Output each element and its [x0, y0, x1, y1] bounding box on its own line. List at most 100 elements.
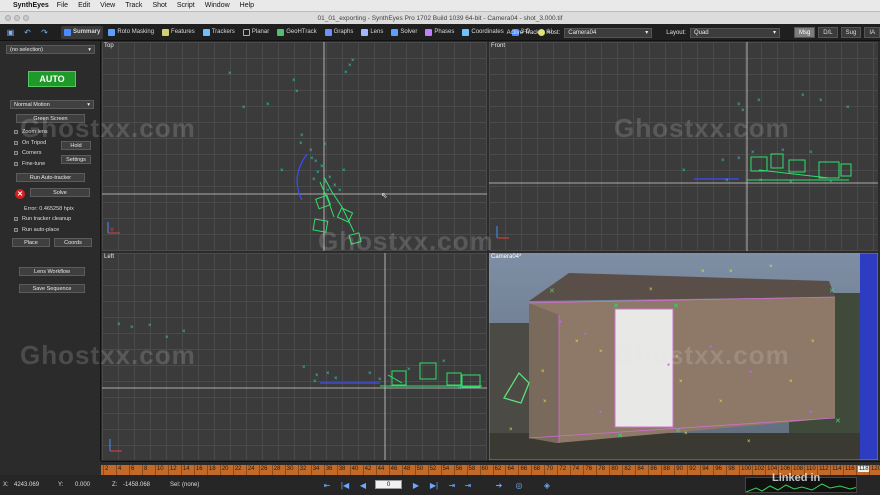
tab-label: Graphs: [333, 29, 354, 35]
first-frame-icon[interactable]: ⇤: [321, 480, 333, 490]
timeline-frame-label: 64: [507, 466, 515, 472]
zoom-window-icon[interactable]: [23, 15, 29, 21]
save-icon[interactable]: ▣: [4, 27, 17, 38]
fine-tune-checkbox[interactable]: Fine-tune: [14, 161, 45, 167]
motion-select[interactable]: Normal Motion ▾: [10, 100, 94, 109]
save-sequence-button[interactable]: Save Sequence: [19, 284, 85, 293]
undo-icon[interactable]: ↶: [21, 27, 34, 38]
green-screen-button[interactable]: Green Screen: [16, 114, 85, 123]
svg-text:×: ×: [442, 359, 446, 365]
tab-features[interactable]: Features: [159, 26, 198, 39]
tab-lens[interactable]: Lens: [358, 26, 386, 39]
timeline-tick: [375, 465, 377, 475]
zoom-lens-label: Zoom lens: [22, 129, 48, 135]
timeline-frame-label: 86: [650, 466, 657, 472]
svg-text:×: ×: [721, 158, 725, 164]
run-auto-place-checkbox[interactable]: Run auto-place: [14, 227, 59, 233]
tab-solver[interactable]: Solver: [388, 26, 420, 39]
tab-roto-masking[interactable]: Roto Masking: [105, 26, 157, 39]
previous-key-icon[interactable]: |◀: [339, 480, 351, 490]
menu-file[interactable]: File: [57, 2, 68, 9]
menu-view[interactable]: View: [100, 2, 115, 9]
timeline-frame-label: 92: [689, 466, 696, 472]
viewport-front[interactable]: Front × × × × × × × × × × × × × × × ×: [489, 42, 878, 251]
timeline-tick: [700, 465, 702, 475]
svg-text:×: ×: [130, 325, 134, 331]
selection-select[interactable]: (no selection) ▾: [6, 45, 95, 54]
ia-button[interactable]: IA: [864, 27, 880, 38]
viewport-camera[interactable]: × × × × × × × × × × × × × × × × ✕ ✕ ✕ ✕ ✕ ✕ ✕ ● ● ● ● ● ● ● Ca…: [489, 253, 878, 460]
checkbox-box: [14, 141, 18, 145]
svg-text:✕: ✕: [835, 418, 841, 425]
menu-script[interactable]: Script: [177, 2, 195, 9]
timeline-bar[interactable]: 2 4 6 8 10 12 14 16 18 20 22 24 26 28 30 32 34 36 38 40 42 44…: [101, 461, 880, 475]
overscan-bar: [860, 253, 878, 460]
run-auto-place-label: Run auto-place: [22, 227, 60, 233]
sug-button[interactable]: Sug: [840, 27, 862, 38]
solve-button[interactable]: Solve: [30, 188, 90, 197]
next-key-icon[interactable]: ▶|: [428, 480, 440, 490]
redo-icon[interactable]: ↷: [38, 27, 51, 38]
object-track-icon[interactable]: ◈: [541, 480, 553, 490]
viewport-left[interactable]: Left × × × × × × × × × × × × × × ×: [102, 253, 487, 460]
svg-text:×: ×: [368, 371, 372, 377]
close-window-icon[interactable]: [5, 15, 11, 21]
auto-button[interactable]: AUTO: [28, 71, 76, 87]
tab-summary[interactable]: Summary: [61, 25, 104, 39]
svg-text:×: ×: [117, 322, 121, 328]
minimize-window-icon[interactable]: [14, 15, 20, 21]
svg-text:●: ●: [599, 409, 602, 415]
tab-graphs[interactable]: Graphs: [322, 26, 357, 39]
scene-mesh: [380, 362, 482, 388]
tab-geohtrack[interactable]: GeoHTrack: [274, 26, 319, 39]
end-icon[interactable]: ⇥: [462, 480, 474, 490]
menu-track[interactable]: Track: [125, 2, 142, 9]
svg-text:×: ×: [759, 178, 763, 184]
camera-track-icon[interactable]: ◎: [513, 480, 525, 490]
clear-solve-icon[interactable]: ✕: [15, 189, 25, 199]
previous-frame-icon[interactable]: ◀: [357, 480, 369, 490]
last-frame-icon[interactable]: ⇥: [446, 480, 458, 490]
menu-shot[interactable]: Shot: [152, 2, 166, 9]
on-tripod-checkbox[interactable]: On Tripod: [14, 140, 46, 146]
tab-planar[interactable]: Planar: [240, 26, 272, 39]
camera-frame-image: × × × × × × × × × × × × × × × × ✕ ✕ ✕ ✕ ✕ ✕ ✕ ● ● ● ● ● ● ●: [489, 253, 878, 460]
run-tracker-cleanup-checkbox[interactable]: Run tracker cleanup: [14, 216, 71, 222]
lens-workflow-button[interactable]: Lens Workflow: [19, 267, 85, 276]
layout-select[interactable]: Quad ▾: [689, 27, 780, 38]
play-icon[interactable]: ▶: [410, 480, 422, 490]
dl-button[interactable]: D/L: [818, 27, 838, 38]
timeline-frame-label: 4: [117, 466, 122, 472]
svg-text:×: ×: [737, 156, 741, 162]
msg-button[interactable]: Msg: [793, 27, 816, 38]
timeline-tick: [206, 465, 208, 475]
svg-text:×: ×: [575, 339, 579, 345]
timeline-frame-label: 10: [156, 466, 164, 472]
tab-coordinates[interactable]: Coordinates: [459, 26, 506, 39]
tracker-host-select[interactable]: Camera04 ▾: [564, 27, 653, 38]
timeline-frame-label: 28: [273, 466, 281, 472]
zoom-lens-checkbox[interactable]: Zoom lens: [14, 129, 48, 135]
svg-text:●: ●: [584, 331, 587, 337]
forward-arrow-icon[interactable]: ➔: [493, 480, 505, 490]
tracker-host-value: Camera04: [568, 29, 597, 36]
run-auto-tracker-button[interactable]: Run Auto-tracker: [16, 173, 85, 182]
coords-button[interactable]: Coords: [54, 238, 92, 247]
menu-help[interactable]: Help: [240, 2, 254, 9]
svg-text:✕: ✕: [549, 288, 555, 295]
status-bar: X: 4243.069 Y: 0.000 Z: -1458.068 Sel: (…: [0, 475, 880, 495]
timeline-frame-label: 88: [663, 466, 670, 472]
tab-trackers[interactable]: Trackers: [200, 26, 238, 39]
settings-button[interactable]: Settings: [61, 155, 91, 164]
corners-checkbox[interactable]: Corners: [14, 150, 42, 156]
hold-button[interactable]: Hold: [61, 141, 91, 150]
timeline-tick: [440, 465, 442, 475]
place-button[interactable]: Place: [12, 238, 50, 247]
viewport-top[interactable]: Top × × × × × × × × × × × × × × × × × × × × × × × × ⇖: [102, 42, 487, 251]
tab-phases[interactable]: Phases: [422, 26, 457, 39]
app-name-menu[interactable]: SynthEyes: [13, 2, 49, 9]
menu-edit[interactable]: Edit: [78, 2, 90, 9]
menu-window[interactable]: Window: [205, 2, 230, 9]
current-frame-input[interactable]: 0: [375, 480, 402, 489]
svg-text:×: ×: [679, 379, 683, 385]
